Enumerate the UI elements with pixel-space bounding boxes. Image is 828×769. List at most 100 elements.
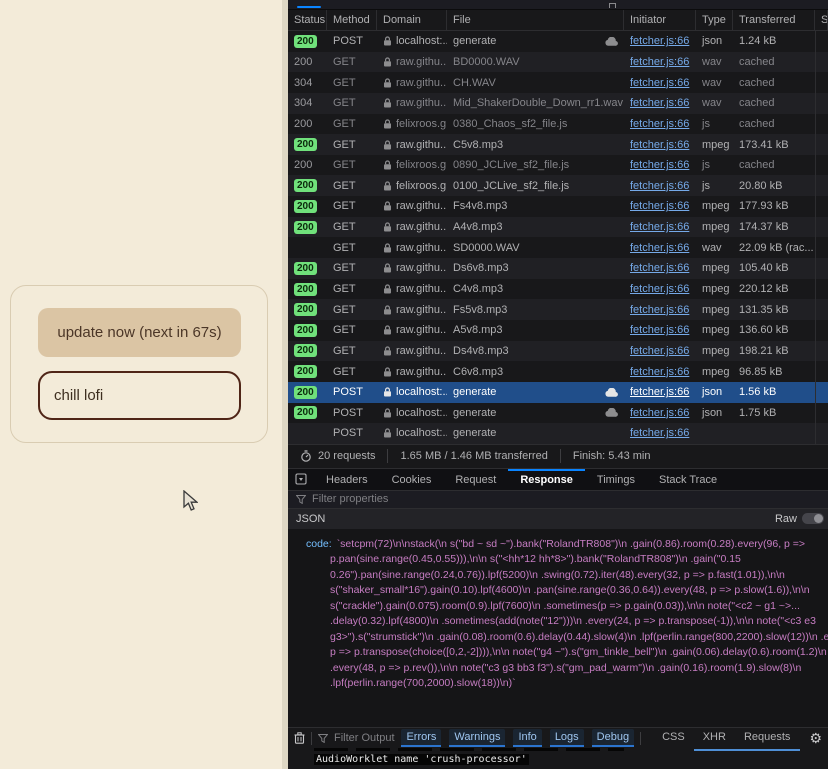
tab-timings[interactable]: Timings	[585, 469, 647, 490]
initiator-link[interactable]: fetcher.js:66	[630, 77, 689, 89]
initiator-link[interactable]: fetcher.js:66	[630, 97, 689, 109]
column-header-status[interactable]: Status	[288, 10, 327, 31]
tab-cookies[interactable]: Cookies	[380, 469, 444, 490]
column-header-domain[interactable]: Domain	[377, 10, 447, 31]
initiator-link[interactable]: fetcher.js:66	[630, 427, 689, 439]
column-header-method[interactable]: Method	[327, 10, 377, 31]
status-badge: 200	[294, 262, 317, 275]
table-row[interactable]: 200 GET raw.githu... Ds6v8.mp3 fetcher.j…	[288, 258, 828, 279]
summary-finish: Finish: 5.43 min	[560, 449, 663, 463]
method-cell: GET	[327, 155, 377, 176]
initiator-link[interactable]: fetcher.js:66	[630, 304, 689, 316]
column-header-transferred[interactable]: Transferred	[733, 10, 815, 31]
console-filter-logs[interactable]: Logs	[550, 729, 584, 747]
type-cell	[696, 423, 733, 444]
console-filter-info[interactable]: Info	[513, 729, 541, 747]
size-cell	[815, 382, 828, 403]
console-filter-xhr[interactable]: XHR	[698, 729, 731, 747]
status-cell: 200	[288, 114, 327, 135]
table-row[interactable]: 200 GET raw.githu... Fs4v8.mp3 fetcher.j…	[288, 196, 828, 217]
console-filter-errors[interactable]: Errors	[401, 729, 441, 747]
table-row[interactable]: 200 GET felixroos.g... 0890_JCLive_sf2_f…	[288, 155, 828, 176]
tab-headers[interactable]: Headers	[314, 469, 380, 490]
status-cell: 200	[288, 134, 327, 155]
initiator-link[interactable]: fetcher.js:66	[630, 56, 689, 68]
initiator-link[interactable]: fetcher.js:66	[630, 262, 689, 274]
raw-toggle[interactable]	[802, 513, 824, 524]
column-header-initiator[interactable]: Initiator	[624, 10, 696, 31]
console-clipped-source-link[interactable]	[694, 749, 800, 751]
prompt-input[interactable]	[38, 371, 241, 420]
table-row[interactable]: GET raw.githu... SD0000.WAV fetcher.js:6…	[288, 237, 828, 258]
console-filter-input[interactable]: Filter Output	[318, 732, 395, 744]
initiator-link[interactable]: fetcher.js:66	[630, 139, 689, 151]
file-cell: SD0000.WAV	[447, 237, 624, 258]
lock-icon	[383, 140, 392, 150]
console-filter-debug[interactable]: Debug	[592, 729, 634, 747]
console-filter-css[interactable]: CSS	[657, 729, 690, 747]
size-cell	[815, 320, 828, 341]
file-cell: Ds6v8.mp3	[447, 258, 624, 279]
initiator-link[interactable]: fetcher.js:66	[630, 283, 689, 295]
table-row[interactable]: 200 GET felixroos.g... 0380_Chaos_sf2_fi…	[288, 114, 828, 135]
method-cell: POST	[327, 423, 377, 444]
initiator-link[interactable]: fetcher.js:66	[630, 180, 689, 192]
transferred-cell: cached	[733, 93, 815, 114]
filter-properties-bar[interactable]: Filter properties	[288, 490, 828, 508]
summary-transferred: 1.65 MB / 1.46 MB transferred	[387, 449, 559, 463]
status-cell: 200	[288, 361, 327, 382]
tab-response[interactable]: Response	[508, 469, 585, 490]
transferred-cell: 136.60 kB	[733, 320, 815, 341]
type-cell: wav	[696, 52, 733, 73]
initiator-link[interactable]: fetcher.js:66	[630, 118, 689, 130]
table-row[interactable]: 200 GET raw.githu... C4v8.mp3 fetcher.js…	[288, 279, 828, 300]
initiator-link[interactable]: fetcher.js:66	[630, 386, 689, 398]
divider	[640, 732, 641, 745]
response-json-viewer: code:`setcpm(72)\n\nstack(\n s("bd ~ sd …	[288, 529, 828, 727]
console-settings-gear-icon[interactable]: ⚙	[809, 731, 822, 745]
tab-stack-trace[interactable]: Stack Trace	[647, 469, 729, 490]
column-header-type[interactable]: Type	[696, 10, 733, 31]
table-row[interactable]: 200 POST localhost:... generate fetcher.…	[288, 403, 828, 424]
console-filter-requests[interactable]: Requests	[739, 729, 795, 747]
table-row[interactable]: 200 GET raw.githu... Ds4v8.mp3 fetcher.j…	[288, 341, 828, 362]
initiator-link[interactable]: fetcher.js:66	[630, 366, 689, 378]
json-property-key[interactable]: code:	[306, 538, 337, 550]
filter-icon	[296, 495, 306, 504]
domain-cell: raw.githu...	[377, 279, 447, 300]
table-row[interactable]: 200 GET raw.githu... C6v8.mp3 fetcher.js…	[288, 361, 828, 382]
table-row[interactable]: 304 GET raw.githu... CH.WAV fetcher.js:6…	[288, 72, 828, 93]
console-filter-warnings[interactable]: Warnings	[449, 729, 505, 747]
table-row[interactable]: 200 GET raw.githu... C5v8.mp3 fetcher.js…	[288, 134, 828, 155]
method-cell: GET	[327, 52, 377, 73]
initiator-link[interactable]: fetcher.js:66	[630, 324, 689, 336]
initiator-link[interactable]: fetcher.js:66	[630, 200, 689, 212]
column-header-s[interactable]: S	[815, 10, 828, 31]
method-cell: GET	[327, 196, 377, 217]
table-row[interactable]: 200 GET raw.githu... Fs5v8.mp3 fetcher.j…	[288, 299, 828, 320]
transferred-cell: 173.41 kB	[733, 134, 815, 155]
column-header-file[interactable]: File	[447, 10, 624, 31]
table-row[interactable]: 200 GET felixroos.g... 0100_JCLive_sf2_f…	[288, 175, 828, 196]
table-row[interactable]: 200 POST localhost:... generate fetcher.…	[288, 31, 828, 52]
initiator-link[interactable]: fetcher.js:66	[630, 345, 689, 357]
clear-console-icon[interactable]	[294, 732, 305, 744]
update-now-button[interactable]: update now (next in 67s)	[38, 308, 241, 357]
table-row[interactable]: 304 GET raw.githu... Mid_ShakerDouble_Do…	[288, 93, 828, 114]
table-row[interactable]: 200 GET raw.githu... A4v8.mp3 fetcher.js…	[288, 217, 828, 238]
initiator-link[interactable]: fetcher.js:66	[630, 35, 689, 47]
initiator-link[interactable]: fetcher.js:66	[630, 159, 689, 171]
tab-request[interactable]: Request	[443, 469, 508, 490]
collapse-details-icon[interactable]	[288, 469, 314, 490]
initiator-link[interactable]: fetcher.js:66	[630, 407, 689, 419]
table-row[interactable]: 200 GET raw.githu... A5v8.mp3 fetcher.js…	[288, 320, 828, 341]
initiator-link[interactable]: fetcher.js:66	[630, 242, 689, 254]
domain-cell: felixroos.g...	[377, 114, 447, 135]
lock-icon	[383, 98, 392, 108]
table-row[interactable]: 200 POST localhost:... generate fetcher.…	[288, 382, 828, 403]
table-row[interactable]: 200 GET raw.githu... BD0000.WAV fetcher.…	[288, 52, 828, 73]
initiator-link[interactable]: fetcher.js:66	[630, 221, 689, 233]
domain-cell: raw.githu...	[377, 52, 447, 73]
status-badge: 304	[294, 97, 312, 109]
table-row[interactable]: POST localhost:... generate fetcher.js:6…	[288, 423, 828, 444]
